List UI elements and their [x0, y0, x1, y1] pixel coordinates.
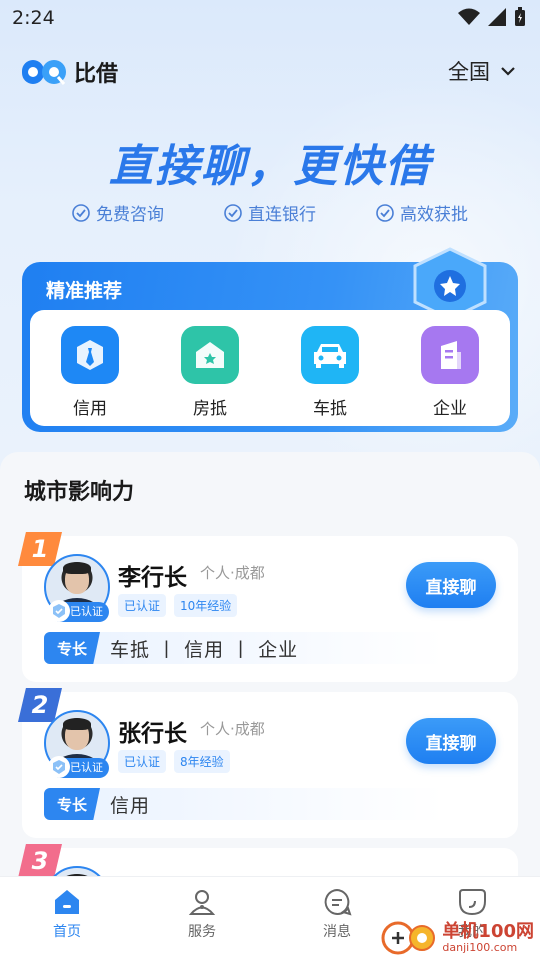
watermark-text: 单机100网 [442, 920, 534, 942]
tag: 已认证 [118, 594, 167, 617]
logo-icon [22, 60, 66, 85]
recommend-item-credit[interactable]: 信用 [40, 326, 140, 419]
verified-badge: 已认证 [48, 600, 109, 622]
wifi-icon [458, 8, 480, 25]
feature-label: 直连银行 [248, 205, 316, 225]
tag: 已认证 [118, 750, 167, 773]
agent-name: 张行长 [118, 721, 187, 747]
battery-icon [515, 7, 525, 26]
chat-button[interactable]: 直接聊 [406, 562, 496, 608]
feature-item: 免费咨询 [72, 200, 164, 225]
recommend-label: 企业 [433, 399, 467, 419]
recommend-item-enterprise[interactable]: 企业 [400, 326, 500, 419]
agent-meta: 个人·成都 [200, 720, 265, 738]
agent-tags: 已认证 10年经验 [118, 594, 238, 617]
app-name: 比借 [74, 62, 119, 87]
message-icon [324, 888, 352, 916]
tab-service[interactable]: 服务 [152, 887, 252, 941]
status-time: 2:24 [12, 7, 55, 29]
specialty-text: 车抵 丨 信用 丨 企业 [110, 638, 299, 661]
check-circle-icon [224, 203, 242, 222]
top-bar: 比借 全国 [0, 48, 540, 96]
tab-home[interactable]: 首页 [17, 887, 117, 941]
recommend-item-house[interactable]: 房抵 [160, 326, 260, 419]
agent-card[interactable]: 2 已认证 张行长 个人·成都 已认证 8年经验 直接聊 专长 信用 [18, 688, 518, 838]
watermark: 单机100网 danji100.com [380, 918, 534, 958]
tab-messages[interactable]: 消息 [287, 887, 387, 941]
agent-name: 李行长 [118, 565, 187, 591]
specialty-label: 专长 [44, 632, 100, 664]
specialty-bar: 专长 信用 [44, 788, 444, 820]
tab-label: 服务 [188, 924, 216, 940]
agent-meta: 个人·成都 [200, 564, 265, 582]
feature-item: 高效获批 [376, 200, 468, 225]
agent-card[interactable]: 1 已认证 李行长 个人·成都 已认证 10年经验 直接聊 专长 车抵 丨 信用… [18, 532, 518, 682]
tab-label: 首页 [53, 924, 81, 940]
verified-icon [48, 600, 70, 622]
hero-headline: 直接聊，更快借 [109, 141, 431, 192]
section-title: 城市影响力 [24, 480, 135, 505]
city-influence-section: 城市影响力 1 已认证 李行长 个人·成都 已认证 10年经验 直接聊 专长 车… [0, 452, 540, 882]
home-icon [55, 890, 79, 914]
enterprise-icon [421, 326, 479, 384]
recommend-item-car[interactable]: 车抵 [280, 326, 380, 419]
watermark-url: danji100.com [442, 940, 518, 954]
check-circle-icon [376, 203, 394, 222]
recommend-card: 精准推荐 信用 房抵 车抵 企业 [22, 247, 518, 432]
specialty-label: 专长 [44, 788, 100, 820]
credit-icon [61, 326, 119, 384]
recommend-list: 信用 房抵 车抵 企业 [30, 310, 510, 426]
chat-button[interactable]: 直接聊 [406, 718, 496, 764]
tag: 10年经验 [174, 594, 238, 617]
chevron-down-icon [501, 67, 515, 76]
feature-list: 免费咨询 直连银行 高效获批 [0, 200, 540, 225]
agent-tags: 已认证 8年经验 [118, 750, 230, 773]
recommend-label: 信用 [73, 399, 107, 419]
feature-label: 高效获批 [400, 205, 468, 225]
recommend-title: 精准推荐 [46, 280, 123, 302]
specialty-text: 信用 [110, 794, 151, 817]
feature-label: 免费咨询 [96, 205, 164, 225]
recommend-label: 房抵 [193, 399, 227, 419]
verified-icon [48, 756, 70, 778]
specialty-bar: 专长 车抵 丨 信用 丨 企业 [44, 632, 444, 664]
app-logo: 比借 [22, 56, 118, 88]
car-icon [301, 326, 359, 384]
signal-icon [488, 8, 506, 26]
tab-label: 消息 [323, 924, 351, 940]
verified-badge: 已认证 [48, 756, 109, 778]
tag: 8年经验 [174, 750, 230, 773]
watermark-logo-icon [381, 921, 436, 955]
house-icon [181, 326, 239, 384]
profile-icon [459, 889, 486, 916]
feature-item: 直连银行 [224, 200, 316, 225]
city-selector[interactable]: 全国 [448, 56, 516, 86]
recommend-label: 车抵 [313, 399, 347, 419]
service-icon [188, 890, 216, 915]
city-label: 全国 [448, 60, 490, 84]
check-circle-icon [72, 203, 90, 222]
status-bar: 2:24 [0, 0, 540, 38]
